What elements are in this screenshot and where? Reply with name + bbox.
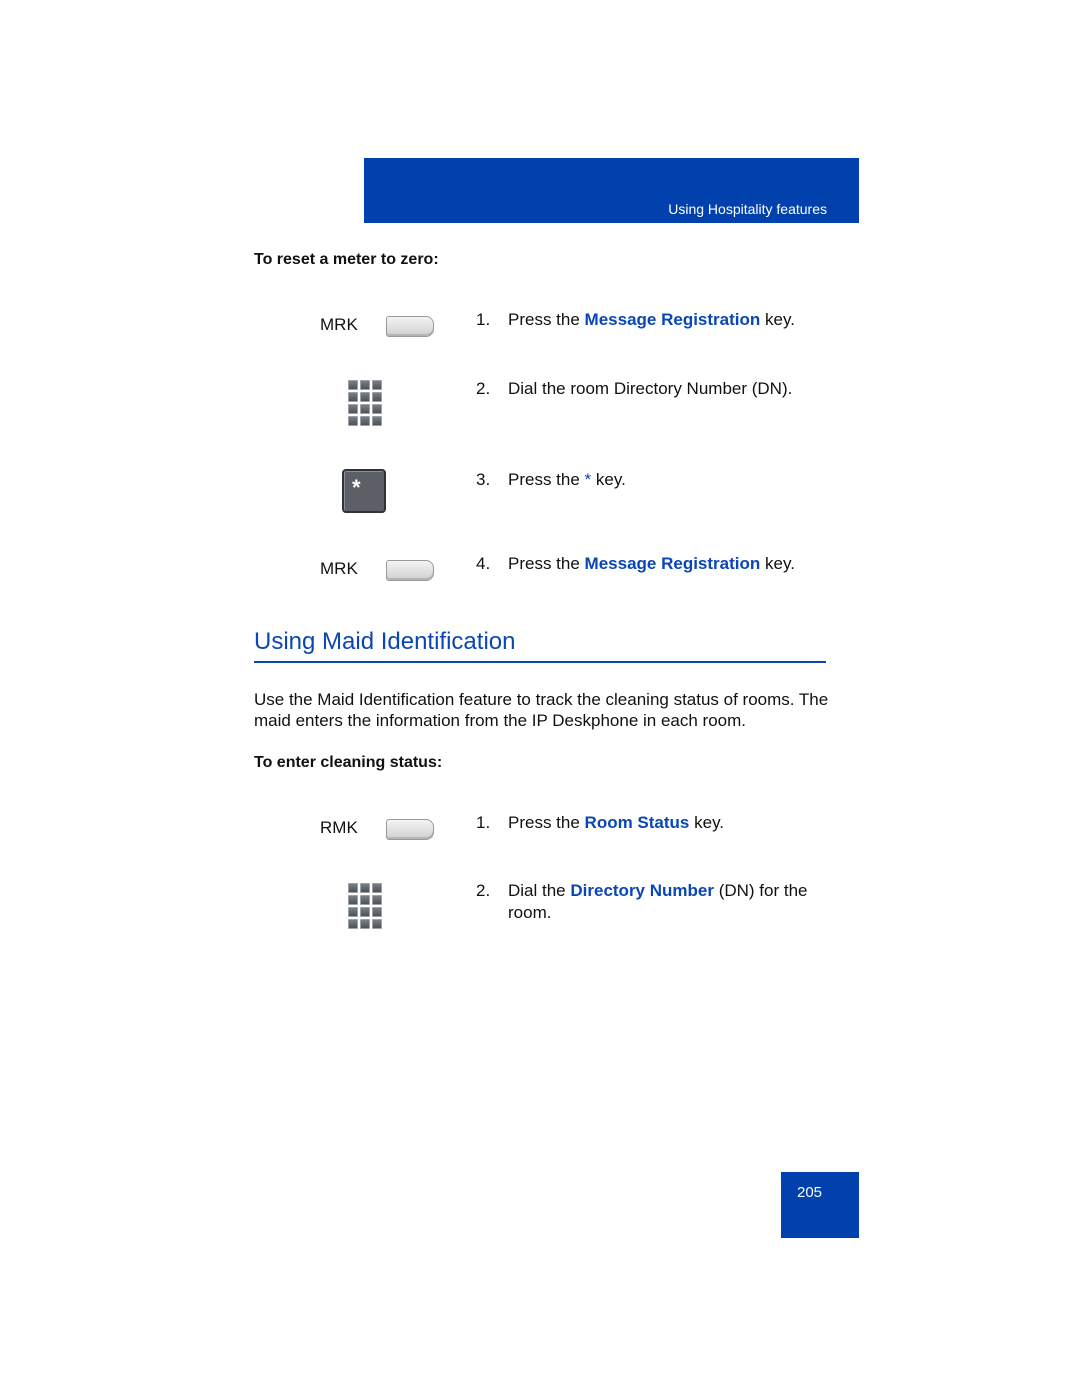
message-registration-key-ref: Message Registration (584, 310, 761, 329)
step-number: 1. (476, 813, 491, 832)
soft-key-icon (386, 316, 434, 337)
step-number: 2. (476, 881, 491, 900)
reset-step-2: 2. Dial the room Directory Number (DN). (476, 379, 793, 398)
header-bar: Using Hospitality features (364, 158, 859, 223)
section-paragraph: Use the Maid Identification feature to t… (254, 690, 829, 730)
reset-step-3: 3. Press the * key. (476, 470, 626, 489)
directory-number-ref: Directory Number (570, 881, 714, 900)
rmk-key-label: RMK (320, 818, 358, 837)
mrk-key-label: MRK (320, 315, 358, 334)
procedure-title-cleaning: To enter cleaning status: (254, 754, 443, 771)
soft-key-icon (386, 560, 434, 581)
step-number: 4. (476, 554, 491, 573)
mrk-key-label: MRK (320, 559, 358, 578)
soft-key-icon (386, 819, 434, 840)
step-number: 1. (476, 310, 491, 329)
step-number: 3. (476, 470, 491, 489)
star-key-icon: * (342, 469, 386, 513)
dialpad-icon (348, 380, 382, 428)
section-title: Using Maid Identification (254, 628, 516, 655)
reset-step-1: 1. Press the Message Registration key. (476, 310, 795, 329)
cleaning-step-1: 1. Press the Room Status key. (476, 813, 725, 832)
page-number-box: 205 (781, 1172, 859, 1238)
procedure-title-reset: To reset a meter to zero: (254, 251, 439, 268)
section-divider (254, 661, 826, 663)
reset-step-4: 4. Press the Message Registration key. (476, 554, 795, 573)
dialpad-icon (348, 883, 382, 931)
page-number: 205 (797, 1184, 823, 1201)
room-status-key-ref: Room Status (584, 813, 690, 832)
cleaning-step-2: 2. Dial the Directory Number (DN) for the… (476, 881, 808, 922)
message-registration-key-ref: Message Registration (584, 554, 761, 573)
header-section-title: Using Hospitality features (668, 201, 827, 217)
step-number: 2. (476, 379, 491, 398)
